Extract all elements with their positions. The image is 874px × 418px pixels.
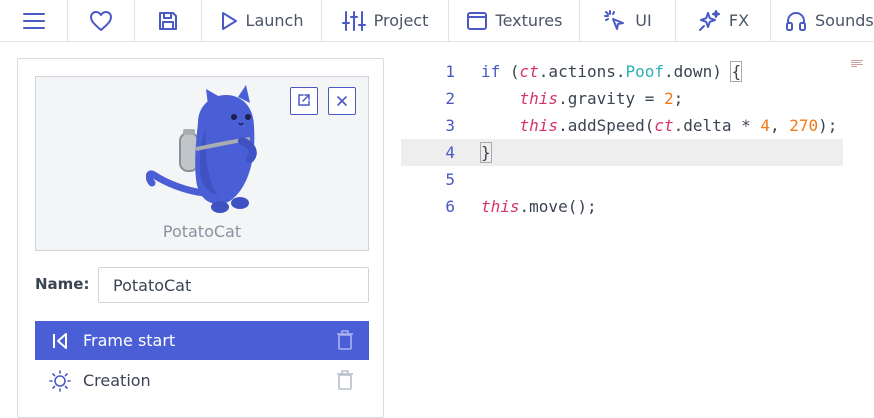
code-line: 1 if (ct.actions.Poof.down) { bbox=[401, 58, 843, 85]
textures-button[interactable]: Textures bbox=[449, 0, 580, 41]
sprite-preview: PotatoCat bbox=[35, 76, 369, 251]
line-number: 3 bbox=[445, 116, 455, 135]
ui-label: UI bbox=[635, 11, 652, 30]
code-line-current: 4 } bbox=[401, 139, 843, 166]
ui-button[interactable]: UI bbox=[580, 0, 676, 41]
image-frame-icon bbox=[466, 11, 488, 31]
launch-button[interactable]: Launch bbox=[202, 0, 322, 41]
code-text: this.gravity = 2; bbox=[519, 89, 684, 108]
project-button[interactable]: Project bbox=[322, 0, 449, 41]
sounds-label: Sounds bbox=[815, 11, 874, 30]
code-text: this.move(); bbox=[481, 197, 597, 216]
menu-button[interactable] bbox=[0, 0, 68, 41]
project-label: Project bbox=[373, 11, 429, 30]
code-line: 2 this.gravity = 2; bbox=[401, 85, 843, 112]
sparkles-icon bbox=[697, 9, 721, 33]
close-preview-button[interactable] bbox=[328, 87, 356, 115]
trash-icon[interactable] bbox=[335, 329, 355, 355]
event-frame-start[interactable]: Frame start bbox=[35, 321, 369, 360]
frame-start-icon bbox=[49, 330, 71, 352]
name-label: Name: bbox=[35, 275, 90, 293]
line-number: 4 bbox=[445, 143, 455, 162]
top-toolbar: Launch Project Textures UI FX Sounds bbox=[0, 0, 874, 42]
line-number: 1 bbox=[445, 62, 455, 81]
play-icon bbox=[220, 11, 238, 31]
textures-label: Textures bbox=[495, 11, 563, 30]
fx-label: FX bbox=[728, 11, 750, 30]
fx-button[interactable]: FX bbox=[676, 0, 771, 41]
favorite-button[interactable] bbox=[68, 0, 135, 41]
line-number: 6 bbox=[445, 197, 455, 216]
code-line: 5 bbox=[401, 166, 843, 193]
event-label: Frame start bbox=[83, 331, 176, 350]
preview-name: PotatoCat bbox=[162, 222, 242, 241]
code-line: 3 this.addSpeed(ct.delta * 4, 270); bbox=[401, 112, 843, 139]
sun-icon bbox=[49, 369, 71, 392]
code-text: } bbox=[480, 142, 492, 163]
code-line: 6 this.move(); bbox=[401, 193, 843, 220]
open-external-button[interactable] bbox=[290, 87, 318, 115]
heart-icon bbox=[89, 10, 113, 32]
external-link-icon bbox=[297, 92, 311, 111]
headphones-icon bbox=[785, 10, 807, 32]
event-creation[interactable]: Creation bbox=[35, 361, 369, 400]
line-number: 2 bbox=[445, 89, 455, 108]
save-button[interactable] bbox=[135, 0, 202, 41]
cursor-click-icon bbox=[603, 9, 627, 33]
template-panel: PotatoCat Name: Frame start Creation bbox=[17, 58, 384, 418]
editor-minimap[interactable] bbox=[851, 60, 865, 68]
hamburger-icon bbox=[22, 12, 45, 30]
close-icon bbox=[336, 92, 348, 111]
line-number: 5 bbox=[445, 170, 455, 189]
sliders-icon bbox=[341, 10, 366, 32]
launch-label: Launch bbox=[245, 11, 304, 30]
event-label: Creation bbox=[83, 371, 151, 390]
code-text: if (ct.actions.Poof.down) { bbox=[481, 61, 743, 82]
code-editor[interactable]: 1 if (ct.actions.Poof.down) { 2 this.gra… bbox=[401, 58, 843, 412]
code-text: this.addSpeed(ct.delta * 4, 270); bbox=[519, 116, 838, 135]
floppy-disk-icon bbox=[157, 10, 179, 32]
sounds-button[interactable]: Sounds bbox=[771, 0, 874, 41]
trash-icon[interactable] bbox=[335, 369, 355, 395]
name-input[interactable] bbox=[98, 267, 369, 303]
potatocat-sprite bbox=[146, 85, 257, 213]
